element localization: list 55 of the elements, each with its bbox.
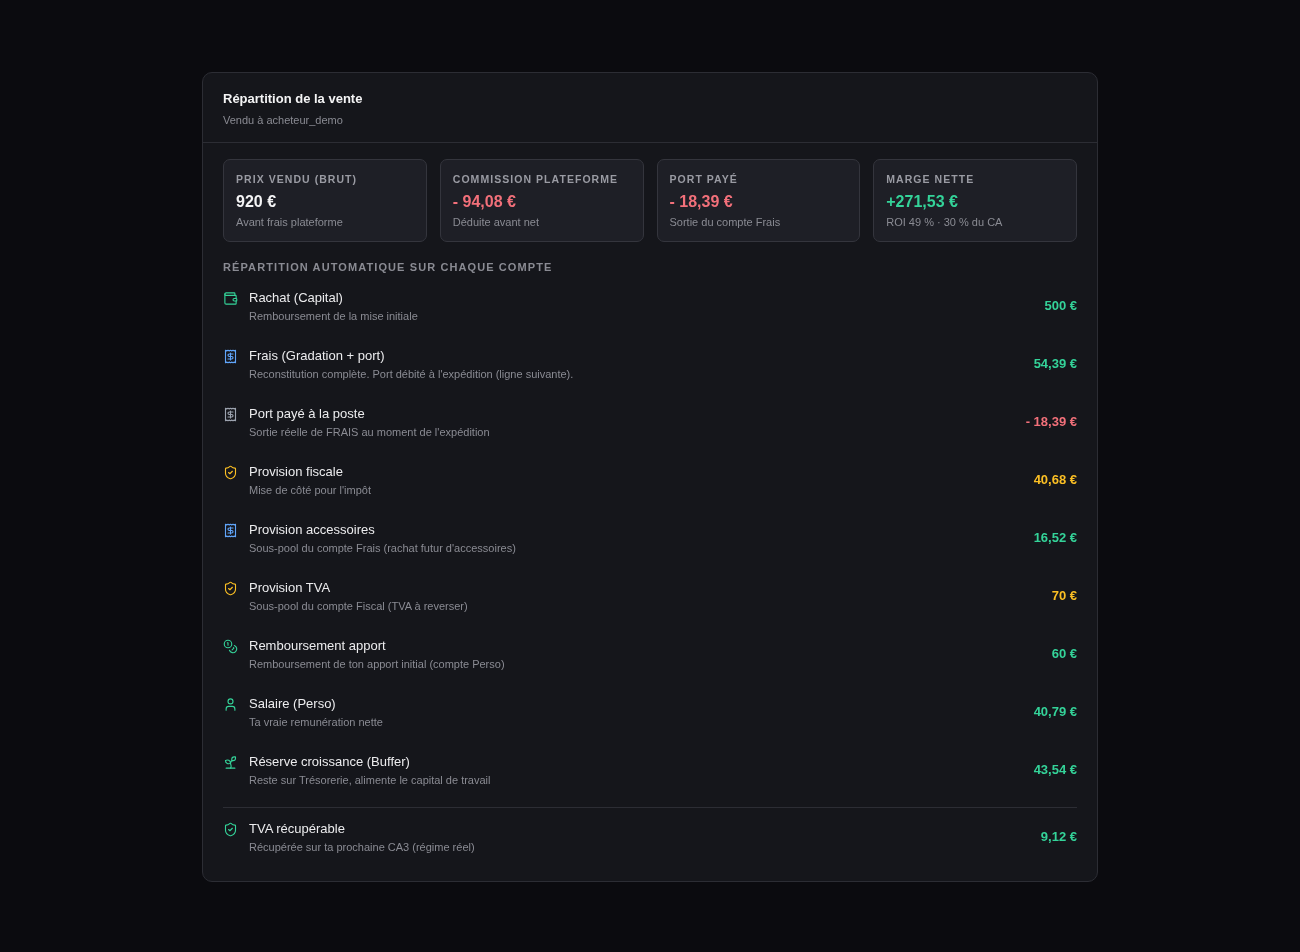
account-name: Rachat (Capital) bbox=[249, 288, 344, 307]
card-subtitle: Vendu à acheteur_demo bbox=[223, 113, 344, 128]
shield-check-icon bbox=[223, 821, 238, 837]
account-amount: 500 € bbox=[1044, 297, 1077, 315]
account-amount: 60 € bbox=[1051, 645, 1077, 663]
account-description: Sous-pool du compte Fiscal (TVA à reverser) bbox=[249, 598, 468, 614]
sprout-icon bbox=[223, 754, 238, 770]
coins-icon bbox=[223, 638, 238, 654]
account-description: Ta vraie remunération nette bbox=[249, 714, 383, 730]
stat-value: - 94,08 € bbox=[452, 192, 517, 212]
wallet-icon bbox=[223, 290, 238, 306]
card-title: Répartition de la vente bbox=[223, 90, 364, 108]
account-name: Réserve croissance (Buffer) bbox=[249, 752, 411, 771]
shield-check-icon bbox=[223, 580, 238, 596]
shield-check-icon bbox=[223, 464, 238, 480]
stat-value: 920 € bbox=[236, 192, 278, 212]
account-description: Reste sur Trésorerie, alimente le capital de travail bbox=[249, 772, 491, 788]
stat-label: MARGE NETTE bbox=[886, 172, 976, 186]
account-name: TVA récupérable bbox=[249, 819, 346, 838]
stat-label: PORT PAYÉ bbox=[669, 172, 739, 186]
account-name: Provision TVA bbox=[249, 578, 332, 597]
stat-value: +271,53 € bbox=[886, 192, 959, 212]
account-description: Remboursement de ton apport initial (compte Perso) bbox=[249, 656, 505, 672]
account-name: Salaire (Perso) bbox=[249, 694, 337, 713]
receipt-icon bbox=[223, 406, 238, 422]
stat-note: Avant frais plateforme bbox=[236, 215, 344, 229]
account-amount: 70 € bbox=[1051, 587, 1077, 605]
account-description: Remboursement de la mise initiale bbox=[249, 308, 418, 324]
section-heading: RÉPARTITION AUTOMATIQUE SUR CHAQUE COMPTE bbox=[223, 260, 554, 274]
receipt-icon bbox=[223, 348, 238, 364]
account-amount: 54,39 € bbox=[1033, 355, 1077, 373]
account-amount: 40,79 € bbox=[1033, 703, 1077, 721]
account-description: Reconstitution complète. Port débité à l'expédition (ligne suivante). bbox=[249, 366, 574, 382]
account-name: Provision fiscale bbox=[249, 462, 344, 481]
account-amount: 9,12 € bbox=[1040, 828, 1077, 846]
account-amount: 16,52 € bbox=[1033, 529, 1077, 547]
account-amount: 40,68 € bbox=[1033, 471, 1077, 489]
account-name: Remboursement apport bbox=[249, 636, 387, 655]
stat-value: - 18,39 € bbox=[669, 192, 734, 212]
stat-note: Déduite avant net bbox=[452, 215, 540, 229]
account-amount: 43,54 € bbox=[1033, 761, 1077, 779]
account-amount: - 18,39 € bbox=[1025, 413, 1077, 431]
account-description: Récupérée sur ta prochaine CA3 (régime réel) bbox=[249, 839, 475, 855]
account-description: Mise de côté pour l'impôt bbox=[249, 482, 371, 498]
account-name: Frais (Gradation + port) bbox=[249, 346, 386, 365]
account-description: Sortie réelle de FRAIS au moment de l'expédition bbox=[249, 424, 490, 440]
receipt-icon bbox=[223, 522, 238, 538]
user-icon bbox=[223, 696, 238, 712]
stat-note: Sortie du compte Frais bbox=[669, 215, 782, 229]
account-name: Provision accessoires bbox=[249, 520, 376, 539]
account-description: Sous-pool du compte Frais (rachat futur d'accessoires) bbox=[249, 540, 516, 556]
stat-note: ROI 49 % · 30 % du CA bbox=[886, 215, 1004, 229]
stat-label: COMMISSION PLATEFORME bbox=[452, 172, 620, 186]
stat-label: PRIX VENDU (BRUT) bbox=[236, 172, 359, 186]
account-name: Port payé à la poste bbox=[249, 404, 366, 423]
